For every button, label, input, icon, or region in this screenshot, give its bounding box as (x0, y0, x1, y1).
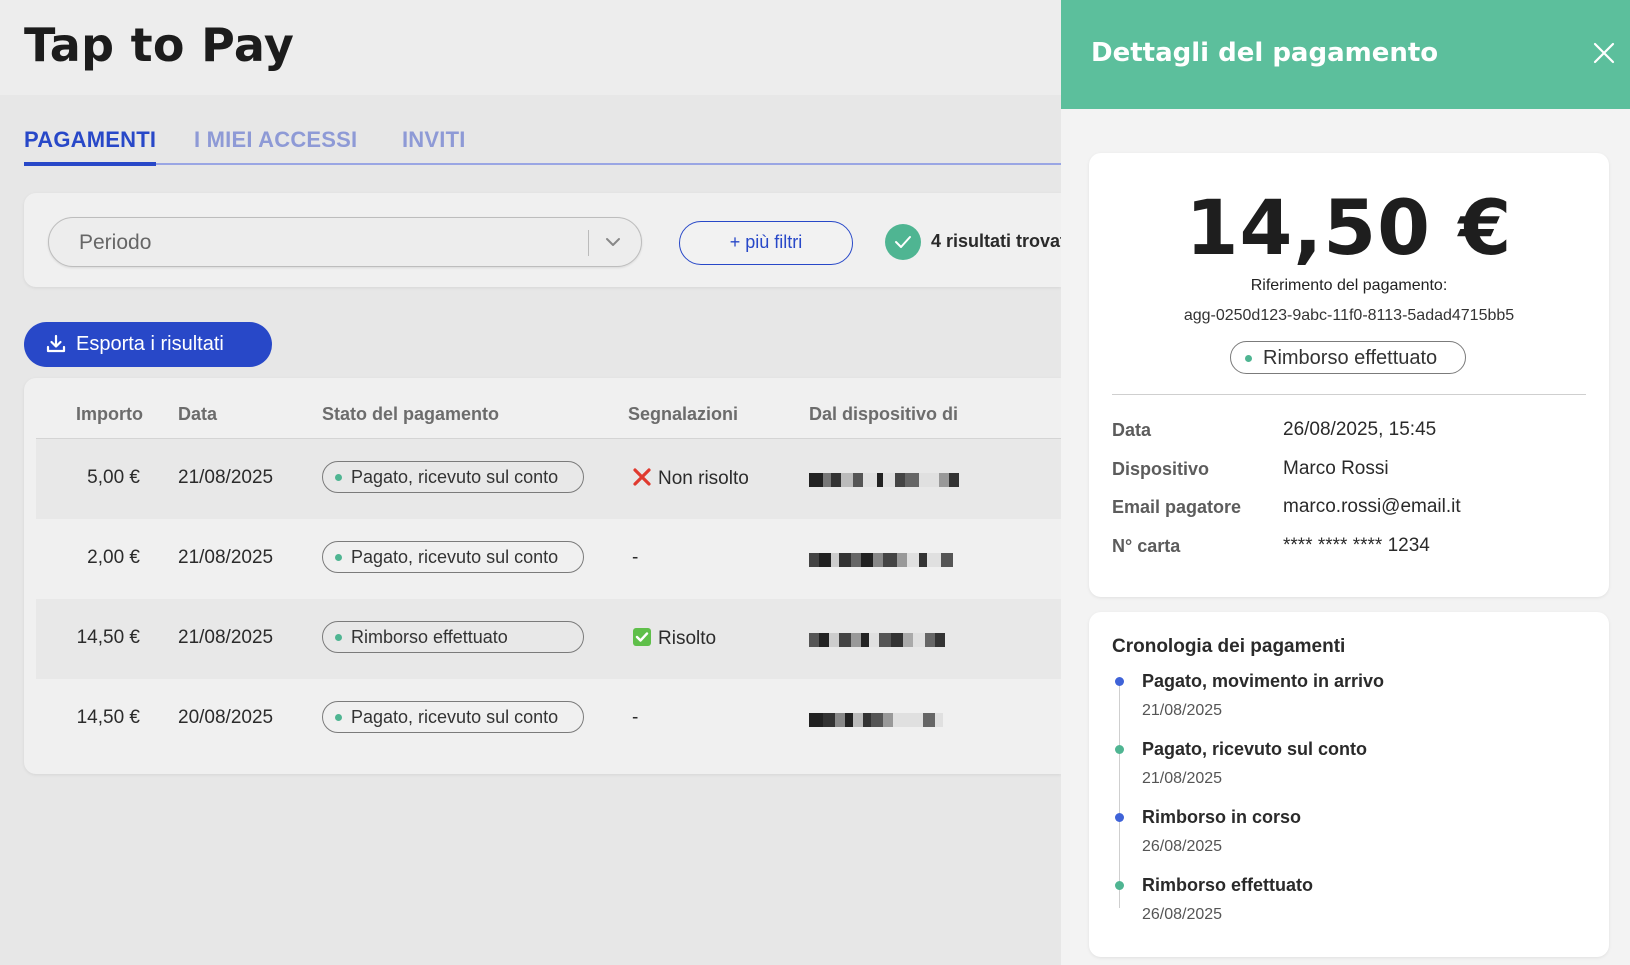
timeline-item-label: Pagato, ricevuto sul conto (1142, 739, 1368, 759)
device-redacted (809, 713, 975, 727)
payment-detail-panel: Dettagli del pagamento 14,50 € Riferimen… (1061, 0, 1630, 965)
date-cell: 21/08/2025 (178, 627, 274, 648)
export-label: Esporta i risultati (76, 333, 224, 355)
status-dot (335, 474, 342, 481)
amount-cell: 14,50 € (76, 627, 140, 648)
status-dot (335, 634, 342, 641)
detail-label-carta: N° carta (1112, 536, 1181, 556)
detail-label-data: Data (1112, 420, 1152, 440)
timeline-dot (1115, 881, 1124, 890)
timeline-dot (1115, 813, 1124, 822)
status-dot (1245, 355, 1252, 362)
cross-icon (633, 468, 651, 486)
report-cell: - (632, 547, 639, 568)
detail-value-dispositivo: Marco Rossi (1283, 458, 1389, 479)
download-icon (46, 334, 66, 353)
status-badge: Pagato, ricevuto sul conto (322, 461, 584, 493)
tab-pagamenti[interactable]: PAGAMENTI (24, 127, 157, 166)
amount-cell: 2,00 € (87, 547, 140, 568)
status-badge: Rimborso effettuato (1230, 341, 1466, 374)
report-cell: Non risolto (632, 467, 749, 490)
status-dot (335, 554, 342, 561)
reference-label: Riferimento del pagamento: (1250, 277, 1448, 294)
report-text: Risolto (658, 628, 717, 649)
main-area: Tap to Pay PAGAMENTI I MIEI ACCESSI INVI… (0, 0, 1071, 965)
col-header-data[interactable]: Data (178, 404, 217, 425)
history-title: Cronologia dei pagamenti (1112, 636, 1346, 657)
status-text: Rimborso effettuato (351, 627, 508, 647)
device-redacted (809, 473, 975, 487)
panel-header: Dettagli del pagamento (1061, 0, 1630, 109)
period-select-label: Periodo (79, 231, 152, 254)
table-row[interactable]: 14,50 € 21/08/2025 Rimborso effettuato R… (36, 599, 1061, 679)
detail-label-email: Email pagatore (1112, 497, 1242, 517)
detail-value-email: marco.rossi@email.it (1283, 496, 1461, 517)
detail-value-carta: **** **** **** 1234 (1283, 535, 1430, 556)
detail-label-dispositivo: Dispositivo (1112, 459, 1210, 479)
timeline-item-date: 26/08/2025 (1142, 838, 1223, 855)
export-results-button[interactable]: Esporta i risultati (24, 322, 272, 367)
report-cell: Risolto (632, 627, 716, 650)
status-text: Rimborso effettuato (1263, 347, 1438, 369)
report-text: Non risolto (658, 468, 749, 489)
date-cell: 21/08/2025 (178, 467, 274, 488)
tab-inviti[interactable]: INVITI (402, 127, 466, 153)
date-cell: 20/08/2025 (178, 707, 274, 728)
col-header-importo[interactable]: Importo (76, 404, 143, 425)
table-row[interactable]: 2,00 € 21/08/2025 Pagato, ricevuto sul c… (36, 519, 1061, 599)
results-check-icon (885, 224, 921, 260)
status-dot (335, 714, 342, 721)
close-icon[interactable] (1592, 41, 1616, 65)
device-redacted (809, 633, 975, 647)
detail-value-data: 26/08/2025, 15:45 (1283, 419, 1437, 440)
status-badge: Pagato, ricevuto sul conto (322, 701, 584, 733)
table-row[interactable]: 14,50 € 20/08/2025 Pagato, ricevuto sul … (36, 679, 1061, 759)
timeline-item-date: 21/08/2025 (1142, 770, 1223, 787)
table-row[interactable]: 5,00 € 21/08/2025 Pagato, ricevuto sul c… (36, 439, 1061, 519)
top-bar: Tap to Pay (0, 0, 1061, 95)
timeline-item-date: 21/08/2025 (1142, 702, 1223, 719)
date-cell: 21/08/2025 (178, 547, 274, 568)
select-divider (588, 230, 589, 256)
filter-card: Periodo + più filtri 4 risultati trovati (24, 193, 1071, 287)
col-header-stato[interactable]: Stato del pagamento (322, 404, 499, 425)
report-cell: - (632, 707, 639, 728)
status-badge: Pagato, ricevuto sul conto (322, 541, 584, 573)
status-text: Pagato, ricevuto sul conto (351, 547, 559, 567)
timeline-item-label: Rimborso in corso (1142, 807, 1302, 827)
amount-cell: 5,00 € (87, 467, 140, 488)
timeline-item-label: Rimborso effettuato (1142, 875, 1313, 895)
payment-summary-card: 14,50 € Riferimento del pagamento: agg-0… (1089, 153, 1609, 597)
col-header-segnalazioni[interactable]: Segnalazioni (628, 404, 738, 425)
tab-bar: PAGAMENTI I MIEI ACCESSI INVITI (24, 127, 1061, 166)
chevron-down-icon (606, 238, 620, 246)
timeline-item-label: Pagato, movimento in arrivo (1142, 671, 1385, 691)
device-redacted (809, 553, 975, 567)
col-header-dispositivo[interactable]: Dal dispositivo di (809, 404, 958, 425)
period-select[interactable]: Periodo (48, 217, 642, 267)
check-icon (633, 628, 651, 646)
timeline-line (1119, 682, 1120, 908)
reference-value: agg-0250d123-9abc-11f0-8113-5adad4715bb5 (1183, 307, 1515, 324)
timeline-dot (1115, 745, 1124, 754)
status-badge: Rimborso effettuato (322, 621, 584, 653)
results-count: 4 risultati trovati (931, 231, 1072, 251)
amount-cell: 14,50 € (76, 707, 140, 728)
payments-table: Importo Data Stato del pagamento Segnala… (24, 378, 1061, 774)
tab-miei-accessi[interactable]: I MIEI ACCESSI (194, 127, 357, 153)
more-filters-button[interactable]: + più filtri (679, 221, 853, 265)
page-title: Tap to Pay (24, 18, 295, 72)
panel-title: Dettagli del pagamento (1091, 38, 1439, 68)
timeline-dot (1115, 677, 1124, 686)
status-text: Pagato, ricevuto sul conto (351, 707, 559, 727)
payment-amount: 14,50 € (1185, 183, 1513, 272)
status-text: Pagato, ricevuto sul conto (351, 467, 559, 487)
timeline-item-date: 26/08/2025 (1142, 906, 1223, 923)
divider (1112, 394, 1586, 395)
payment-history-card: Cronologia dei pagamenti Pagato, movimen… (1089, 612, 1609, 957)
